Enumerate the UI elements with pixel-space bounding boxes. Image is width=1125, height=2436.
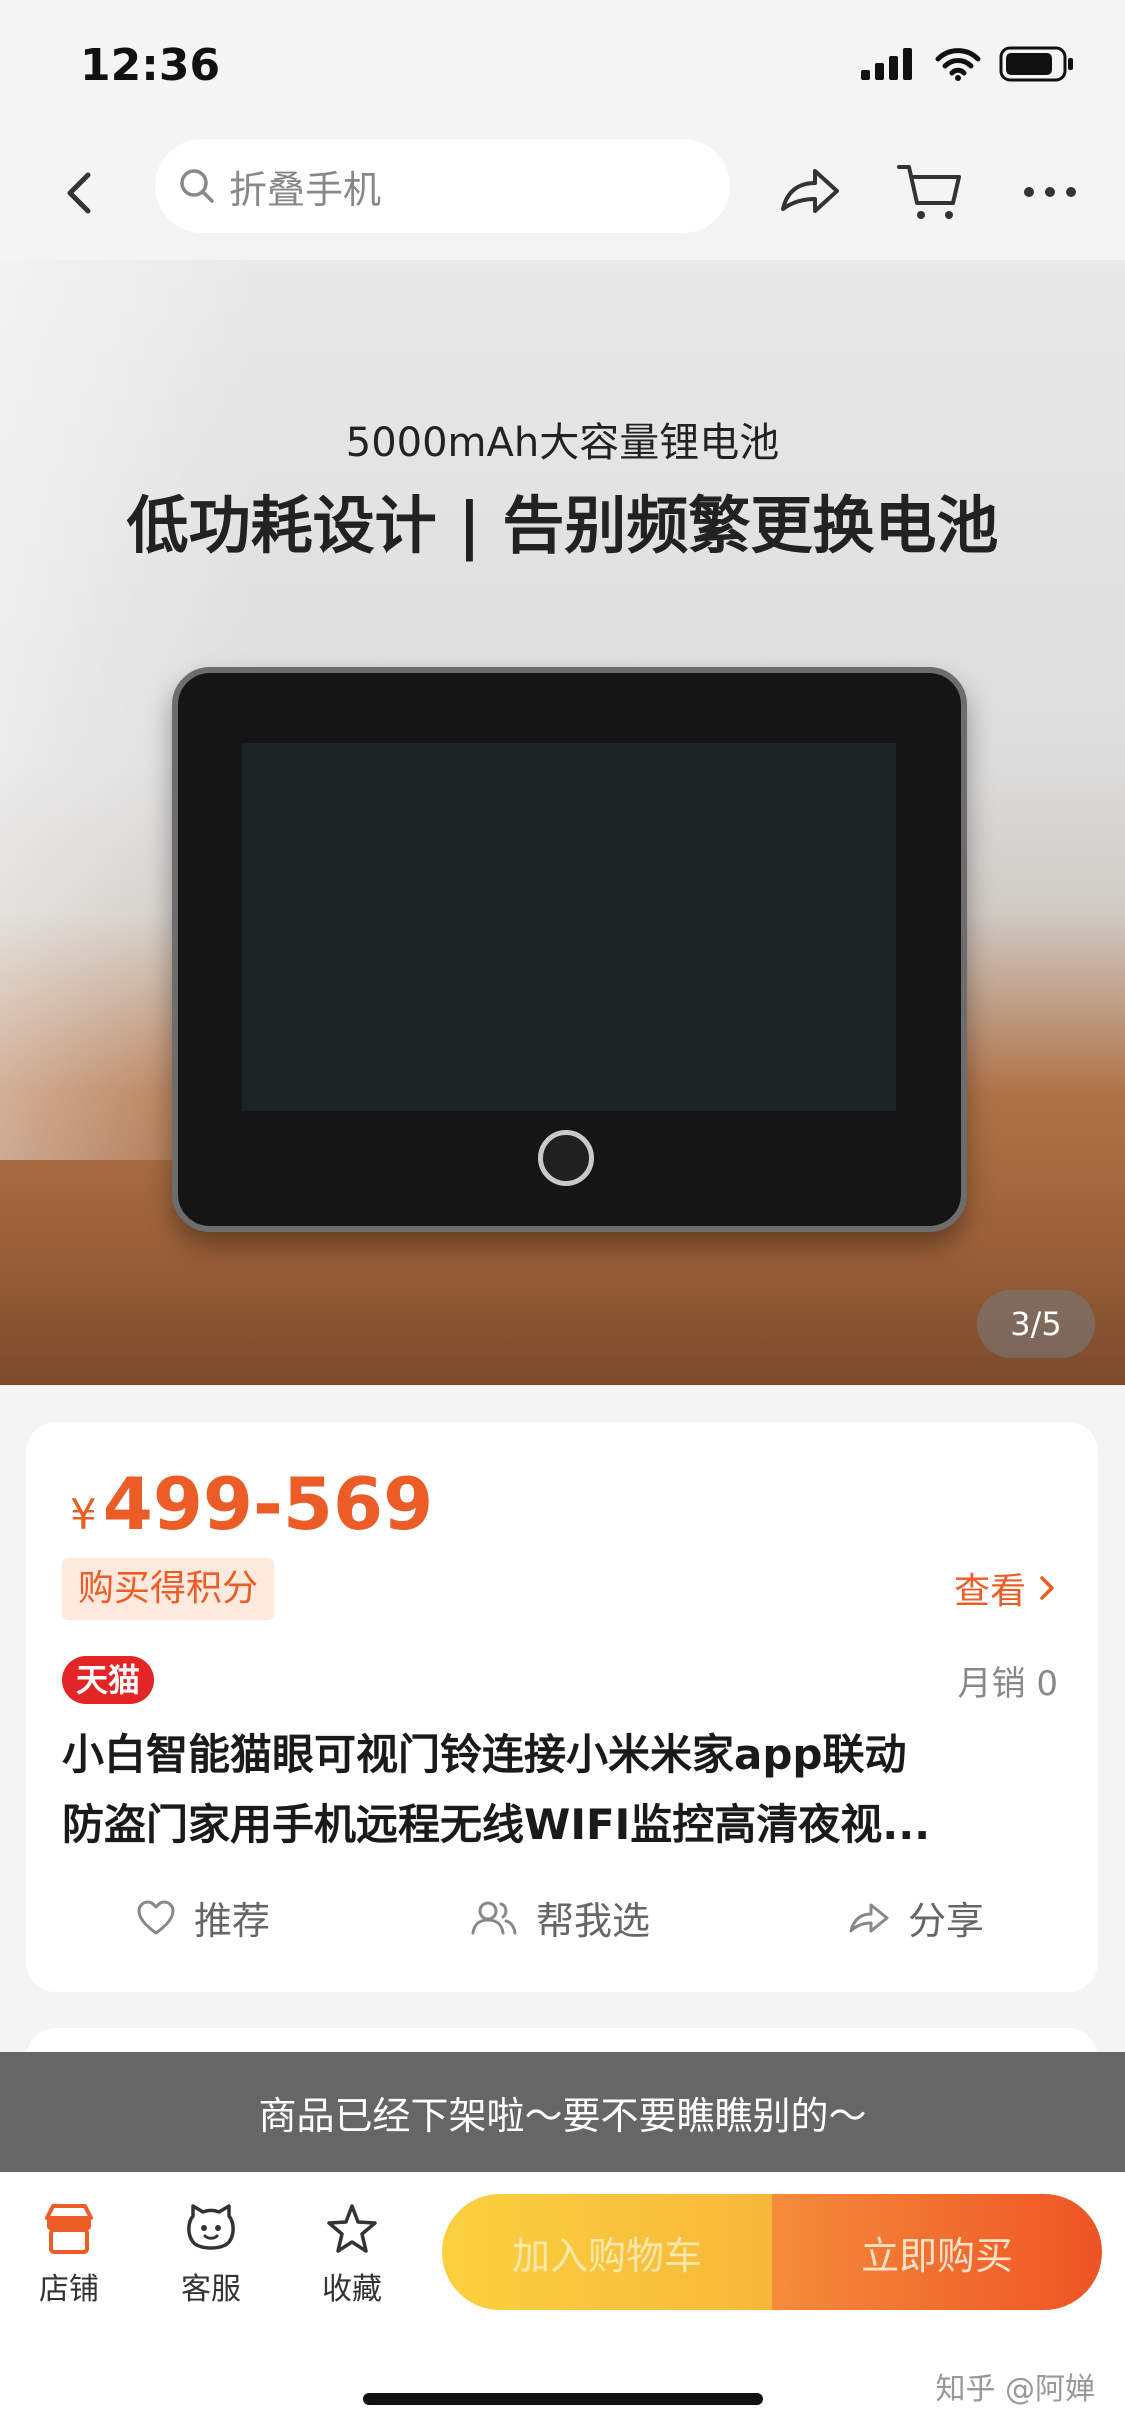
signal-icon <box>861 48 912 80</box>
status-bar: 12:36 <box>0 0 1125 135</box>
view-label: 查看 <box>953 1571 1026 1612</box>
price: ¥499-569 <box>70 1462 433 1546</box>
doorbell-device-image <box>172 667 967 1232</box>
view-points-link[interactable]: 查看 <box>954 1562 1058 1614</box>
share-label: 分享 <box>908 1899 985 1943</box>
heart-icon <box>137 1900 175 1934</box>
favorite-label: 收藏 <box>322 2272 382 2307</box>
store-label: 店铺 <box>39 2272 99 2307</box>
people-icon <box>471 1901 517 1934</box>
store-tab[interactable]: 店铺 <box>14 2202 124 2308</box>
back-icon[interactable] <box>50 163 110 223</box>
device-screen <box>242 743 896 1111</box>
star-icon <box>327 2204 377 2253</box>
search-input[interactable]: 折叠手机 <box>155 139 730 233</box>
cart-icon[interactable] <box>895 157 965 227</box>
hero-subtitle: 5000mAh大容量锂电池 <box>345 420 780 466</box>
price-value: 499-569 <box>102 1462 434 1546</box>
monthly-sales: 月销 0 <box>957 1664 1058 1704</box>
add-to-cart-button[interactable]: 加入购物车 <box>442 2194 772 2310</box>
delisted-toast: 商品已经下架啦～要不要瞧瞧别的～ <box>0 2052 1125 2172</box>
help-choose-button[interactable]: 帮我选 <box>470 1890 650 1945</box>
product-actions: 推荐 帮我选 分享 <box>26 1890 1098 1960</box>
product-title-line1: 小白智能猫眼可视门铃连接小米米家app联动 <box>62 1730 907 1779</box>
recommend-button[interactable]: 推荐 <box>136 1890 270 1945</box>
cat-face-icon <box>187 2204 235 2250</box>
share-button[interactable]: 分享 <box>848 1890 984 1945</box>
search-icon <box>180 169 214 203</box>
customer-service-label: 客服 <box>181 2272 241 2307</box>
more-icon[interactable] <box>1015 157 1085 227</box>
share-icon <box>849 1903 889 1932</box>
wifi-icon <box>935 48 981 81</box>
nav-bar: 折叠手机 <box>0 135 1125 260</box>
hero-title: 低功耗设计 | 告别频繁更换电池 <box>126 489 999 562</box>
search-placeholder: 折叠手机 <box>229 167 382 212</box>
product-info-card: ¥499-569 购买得积分 查看 天猫 月销 0 小白智能猫眼可视门铃连接小米… <box>26 1422 1098 1992</box>
home-indicator[interactable] <box>363 2393 763 2405</box>
buy-now-button[interactable]: 立即购买 <box>772 2194 1102 2310</box>
product-title-line2: 防盗门家用手机远程无线WIFI监控高清夜视... <box>62 1800 931 1849</box>
help-choose-label: 帮我选 <box>536 1899 651 1943</box>
points-tag: 购买得积分 <box>62 1558 275 1620</box>
product-title: 小白智能猫眼可视门铃连接小米米家app联动 防盗门家用手机远程无线WIFI监控高… <box>62 1720 1062 1860</box>
store-icon <box>45 2204 93 2254</box>
customer-service-tab[interactable]: 客服 <box>156 2202 266 2308</box>
recommend-label: 推荐 <box>194 1899 271 1943</box>
image-counter: 3/5 <box>977 1290 1095 1358</box>
favorite-tab[interactable]: 收藏 <box>297 2202 407 2308</box>
tmall-badge: 天猫 <box>62 1656 155 1704</box>
status-icons <box>861 46 1075 82</box>
currency-symbol: ¥ <box>70 1490 97 1539</box>
product-image-carousel[interactable]: 5000mAh大容量锂电池 低功耗设计 | 告别频繁更换电池 3/5 <box>0 260 1125 1385</box>
share-icon[interactable] <box>775 157 845 227</box>
battery-icon <box>999 46 1073 82</box>
status-time: 12:36 <box>80 40 221 91</box>
device-button <box>538 1130 594 1186</box>
chevron-right-icon <box>1040 1576 1054 1600</box>
watermark: 知乎 @阿婵 <box>935 2372 1095 2407</box>
